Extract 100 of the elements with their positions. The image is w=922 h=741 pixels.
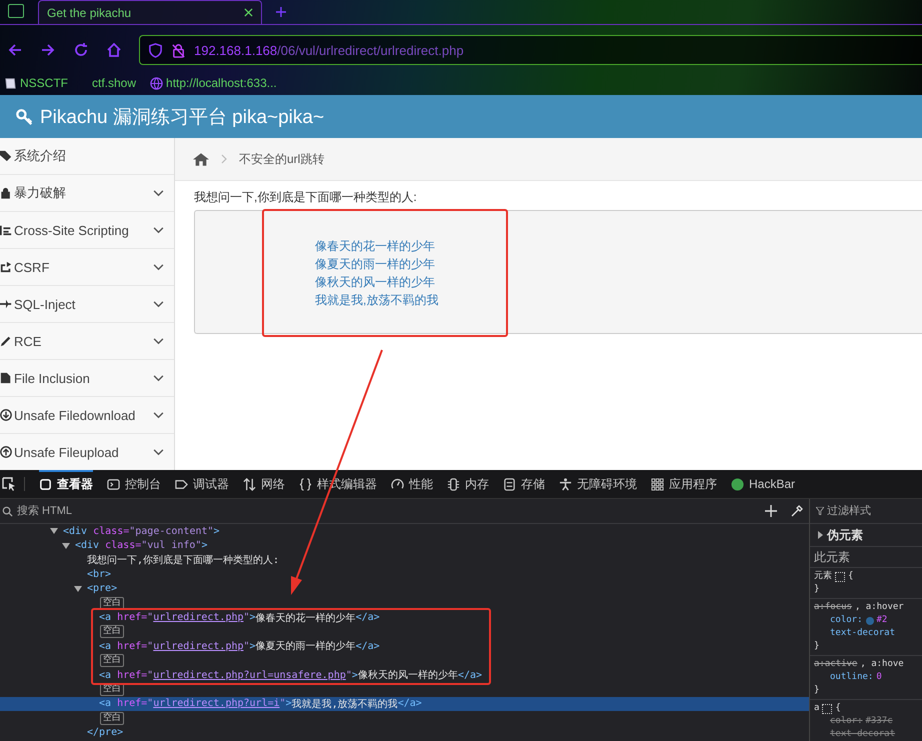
list-icon	[0, 224, 12, 236]
lock-icon	[0, 187, 12, 199]
answer-link[interactable]: 像秋天的风一样的少年	[315, 273, 435, 291]
bookmark[interactable]: NSSCTF	[4, 76, 68, 90]
dom-line[interactable]: <div class="page-content">	[0, 524, 809, 538]
bookmark[interactable]: ctf.show	[82, 76, 136, 90]
dom-line[interactable]: 空白	[0, 596, 809, 610]
dom-line[interactable]: 我想问一下,你到底是下面哪一种类型的人:	[0, 552, 809, 568]
sidebar-item[interactable]: 系统介绍	[0, 138, 174, 175]
dom-line[interactable]: <pre>	[0, 582, 809, 596]
expand-triangle-icon[interactable]	[50, 528, 58, 534]
shield-icon	[148, 42, 163, 58]
chevron-down-icon[interactable]	[153, 338, 164, 344]
braces-icon	[299, 478, 312, 490]
css-selector: 元素	[814, 570, 832, 583]
devtools-tab[interactable]: HackBar	[731, 470, 796, 498]
pseudo-elements-toggle[interactable]: 伪元素	[810, 524, 922, 547]
home-icon[interactable]	[193, 152, 209, 166]
devtools-tab[interactable]: 控制台	[107, 470, 161, 498]
reload-icon[interactable]	[73, 42, 89, 58]
sidebar-item[interactable]: Unsafe Filedownload	[0, 397, 174, 434]
answer-link[interactable]: 像夏天的雨一样的少年	[315, 255, 435, 273]
dom-line[interactable]: 空白	[0, 624, 809, 640]
tab-list-icon[interactable]	[8, 4, 24, 18]
forward-arrow-icon[interactable]	[40, 42, 56, 58]
bookmark[interactable]: http://localhost:633...	[150, 76, 277, 90]
chip-icon	[447, 478, 460, 490]
filter-icon	[816, 507, 824, 515]
browser-tab[interactable]: Get the pikachu	[38, 0, 262, 24]
eyedropper-icon[interactable]	[791, 505, 803, 517]
address-bar[interactable]: 192.168.1.168/06/vul/urlredirect/urlredirect.php	[139, 35, 922, 65]
share-icon	[0, 261, 12, 273]
question-text: 我想问一下,你到底是下面哪一种类型的人:	[194, 189, 418, 206]
storage-icon	[503, 478, 516, 490]
css-brace: }	[814, 684, 820, 697]
dom-line[interactable]: <a href="urlredirect.php?url=unsafere.php">像秋天的风一样的少年</a>	[0, 668, 809, 682]
page-favicon-icon	[4, 76, 17, 90]
dom-line[interactable]: </pre>	[0, 725, 809, 740]
filter-field[interactable]: 过滤样式	[827, 505, 907, 517]
inspector-icon	[39, 478, 52, 490]
expand-triangle-icon[interactable]	[74, 586, 82, 592]
person-icon	[559, 478, 572, 490]
chevron-down-icon[interactable]	[153, 190, 164, 196]
file-icon	[0, 372, 12, 384]
sidebar-item[interactable]: RCE	[0, 323, 174, 360]
devtools-tab[interactable]: 性能	[391, 470, 433, 498]
devtools-tab[interactable]: 内存	[447, 470, 489, 498]
gauge-icon	[391, 478, 404, 490]
sidebar-item[interactable]: SQL-Inject	[0, 286, 174, 323]
chevron-down-icon[interactable]	[153, 448, 164, 456]
devtools-tab[interactable]: 无障碍环境	[559, 470, 637, 498]
devtools-tab[interactable]: 存储	[503, 470, 545, 498]
search-field[interactable]: 搜索 HTML	[17, 505, 751, 517]
css-declaration: color: #2	[829, 614, 888, 627]
css-brace: }	[814, 583, 820, 596]
css-declaration: text-decorat	[829, 728, 896, 741]
search-icon	[2, 506, 13, 516]
chevron-down-icon[interactable]	[153, 374, 164, 382]
sidebar-item[interactable]: File Inclusion	[0, 360, 174, 397]
site-title: Pikachu 漏洞练习平台 pika~pika~	[40, 106, 324, 130]
dom-line[interactable]: 空白	[0, 711, 809, 726]
chevron-down-icon[interactable]	[153, 412, 164, 418]
network-icon	[243, 478, 256, 490]
close-icon[interactable]	[244, 8, 253, 17]
pencil-icon	[0, 335, 12, 347]
dom-line[interactable]: <a href="urlredirect.php">像春天的花一样的少年</a>	[0, 610, 809, 625]
answer-link[interactable]: 像春天的花一样的少年	[315, 237, 435, 255]
upload-icon	[0, 446, 12, 458]
css-brace: {	[848, 570, 854, 583]
color-swatch[interactable]	[866, 616, 874, 624]
crossed-lock-icon	[171, 42, 186, 58]
dom-line[interactable]: 空白	[0, 654, 809, 668]
devtools-tab[interactable]: 调试器	[175, 470, 229, 498]
debugger-icon	[175, 478, 188, 490]
tag-icon	[0, 150, 12, 162]
css-brace: {	[835, 702, 841, 715]
sidebar-item[interactable]: CSRF	[0, 249, 174, 286]
devtools-tab[interactable]: 查看器	[39, 470, 93, 498]
css-selector: a:focus	[814, 601, 852, 614]
dom-line[interactable]: <div class="vul info">	[0, 538, 809, 553]
chevron-down-icon[interactable]	[153, 226, 164, 234]
home-icon[interactable]	[106, 42, 122, 58]
dom-line[interactable]: <a href="urlredirect.php">像夏天的雨一样的少年</a>	[0, 639, 809, 654]
css-declaration: color: #337c	[829, 715, 894, 728]
key-icon	[16, 108, 34, 126]
expand-triangle-icon[interactable]	[62, 542, 70, 549]
dom-line[interactable]: <br>	[0, 567, 809, 582]
chevron-right-icon	[221, 154, 227, 164]
sidebar-item[interactable]: 暴力破解	[0, 175, 174, 212]
devtools-tab[interactable]: 应用程序	[651, 470, 717, 498]
devtools-tab[interactable]: 网络	[243, 470, 285, 498]
download-icon	[0, 409, 12, 421]
css-selector: a	[814, 702, 820, 715]
sidebar-item[interactable]: Cross-Site Scripting	[0, 212, 174, 249]
chevron-down-icon[interactable]	[153, 264, 164, 270]
chevron-down-icon[interactable]	[153, 300, 164, 308]
answer-link[interactable]: 我就是我,放荡不羁的我	[315, 291, 438, 309]
element-picker-icon[interactable]	[2, 477, 25, 491]
back-arrow-icon[interactable]	[7, 42, 23, 58]
grid-icon	[651, 478, 664, 490]
